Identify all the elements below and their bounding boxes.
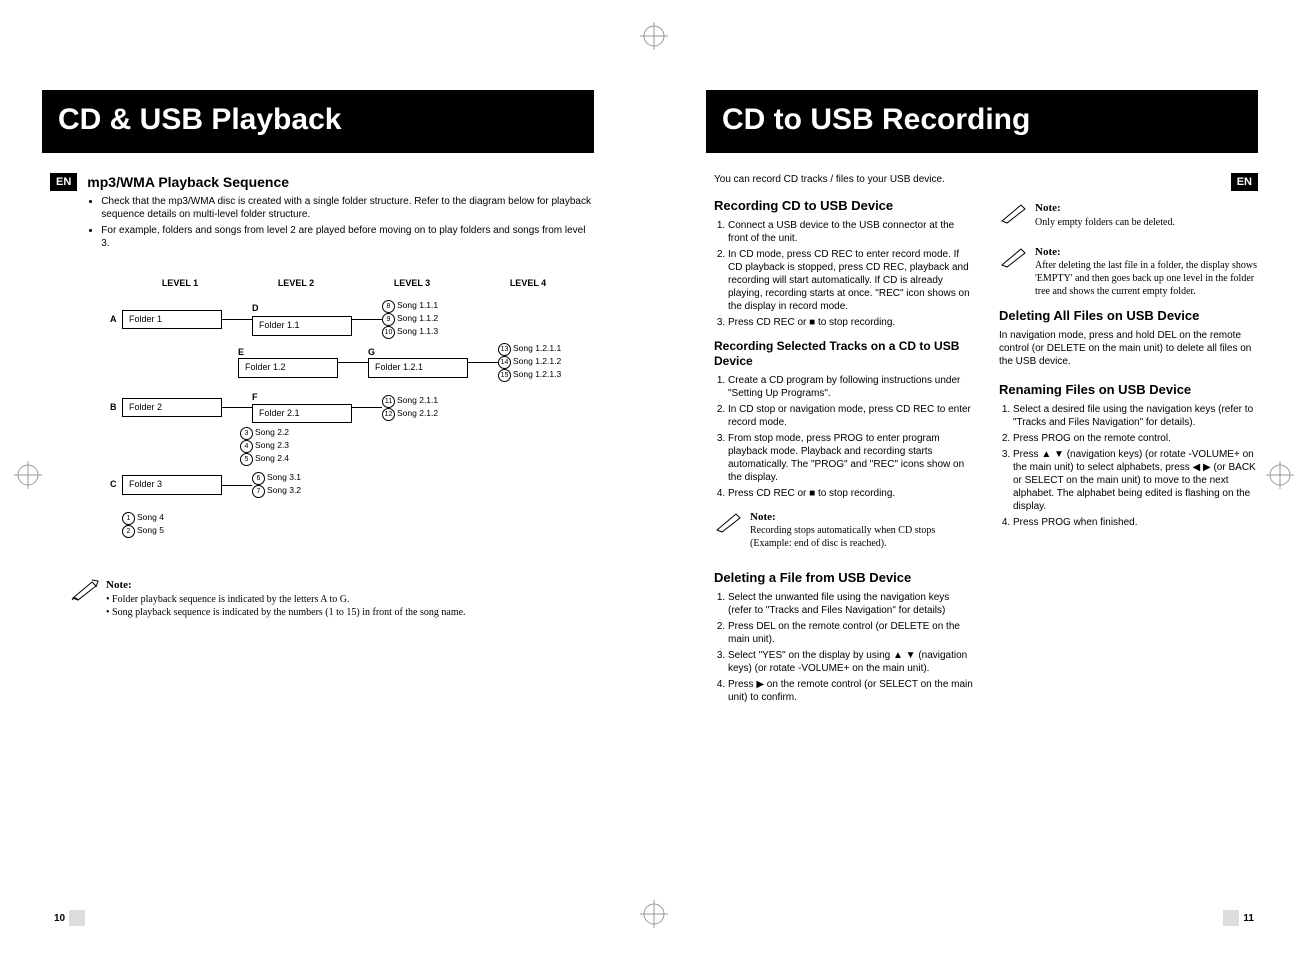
- right-title: CD to USB Recording: [706, 90, 1258, 153]
- note-icon: [999, 245, 1029, 269]
- step: From stop mode, press PROG to enter prog…: [728, 432, 973, 484]
- song-list: 3Song 2.2 4Song 2.3 5Song 2.4: [240, 427, 289, 466]
- right-page: CD to USB Recording You can record CD tr…: [654, 0, 1308, 954]
- note-icon: [70, 578, 100, 602]
- step: Press PROG when finished.: [1013, 516, 1258, 529]
- folder-letter: G: [368, 347, 380, 359]
- delete-file-steps: Select the unwanted file using the navig…: [728, 591, 973, 704]
- folder-letter: B: [110, 402, 122, 414]
- step: In CD mode, press CD REC to enter record…: [728, 248, 973, 313]
- lang-badge-left: EN: [50, 173, 77, 191]
- intro-text: You can record CD tracks / files to your…: [714, 173, 973, 186]
- step: Create a CD program by following instruc…: [728, 374, 973, 400]
- song-list: 8Song 1.1.1 9Song 1.1.2 10Song 1.1.3: [382, 300, 438, 339]
- step: Press CD REC or ■ to stop recording.: [728, 316, 973, 329]
- bullet: Check that the mp3/WMA disc is created w…: [101, 195, 594, 221]
- page-number-left: 10: [50, 910, 85, 926]
- step: Select a desired file using the navigati…: [1013, 403, 1258, 429]
- folder-box: Folder 2.1: [252, 404, 352, 424]
- right-col-1: You can record CD tracks / files to your…: [714, 173, 973, 714]
- song-list: 1Song 4 2Song 5: [122, 512, 164, 538]
- lang-badge-right: EN: [1231, 173, 1258, 191]
- folder-box: Folder 2: [122, 398, 222, 418]
- note-title: Note:: [750, 510, 973, 524]
- folder-box: Folder 1.2.1: [368, 358, 468, 378]
- right-col-2: EN Note: Only empty folders can be delet…: [999, 173, 1258, 714]
- note-block: Note: • Folder playback sequence is indi…: [70, 578, 594, 618]
- note-title: Note:: [1035, 201, 1175, 215]
- song-list: 6Song 3.1 7Song 3.2: [252, 472, 301, 498]
- song-list: 11Song 2.1.1 12Song 2.1.2: [382, 395, 438, 421]
- folder-letter: D: [252, 303, 264, 315]
- level-header: LEVEL 3: [354, 278, 470, 290]
- note-icon: [714, 510, 744, 534]
- folder-box: Folder 1.2: [238, 358, 338, 378]
- note-title: Note:: [106, 578, 466, 592]
- rec-cd-heading: Recording CD to USB Device: [714, 198, 973, 215]
- folder-letter: C: [110, 479, 122, 491]
- step: Press ▶ on the remote control (or SELECT…: [728, 678, 973, 704]
- note-block: Note: Only empty folders can be deleted.: [999, 201, 1258, 228]
- rec-cd-steps: Connect a USB device to the USB connecto…: [728, 219, 973, 329]
- delete-all-heading: Deleting All Files on USB Device: [999, 308, 1258, 325]
- level-header: LEVEL 1: [122, 278, 238, 290]
- folder-tree-diagram: LEVEL 1 LEVEL 2 LEVEL 3 LEVEL 4 A Folder…: [110, 278, 594, 538]
- note-line: • Folder playback sequence is indicated …: [106, 593, 466, 606]
- step: Select the unwanted file using the navig…: [728, 591, 973, 617]
- note-block: Note: After deleting the last file in a …: [999, 245, 1258, 298]
- rename-steps: Select a desired file using the navigati…: [1013, 403, 1258, 529]
- folder-box: Folder 1.1: [252, 316, 352, 336]
- song-list: 13Song 1.2.1.1 14Song 1.2.1.2 15Song 1.2…: [498, 343, 561, 382]
- level-header: LEVEL 2: [238, 278, 354, 290]
- step: Press CD REC or ■ to stop recording.: [728, 487, 973, 500]
- note-icon: [999, 201, 1029, 225]
- rename-heading: Renaming Files on USB Device: [999, 382, 1258, 399]
- step: Press PROG on the remote control.: [1013, 432, 1258, 445]
- note-body: Only empty folders can be deleted.: [1035, 216, 1175, 229]
- bullet: For example, folders and songs from leve…: [101, 224, 594, 250]
- delete-file-heading: Deleting a File from USB Device: [714, 570, 973, 587]
- rec-selected-heading: Recording Selected Tracks on a CD to USB…: [714, 339, 973, 370]
- step: Select "YES" on the display by using ▲ ▼…: [728, 649, 973, 675]
- note-body: Recording stops automatically when CD st…: [750, 524, 973, 550]
- note-title: Note:: [1035, 245, 1258, 259]
- page-number-right: 11: [1223, 910, 1258, 926]
- mp3-heading: mp3/WMA Playback Sequence: [87, 173, 594, 191]
- note-line: • Song playback sequence is indicated by…: [106, 606, 466, 619]
- step: In CD stop or navigation mode, press CD …: [728, 403, 973, 429]
- rec-selected-steps: Create a CD program by following instruc…: [728, 374, 973, 500]
- folder-box: Folder 1: [122, 310, 222, 330]
- left-page: CD & USB Playback EN mp3/WMA Playback Se…: [0, 0, 654, 954]
- step: Press DEL on the remote control (or DELE…: [728, 620, 973, 646]
- folder-box: Folder 3: [122, 475, 222, 495]
- delete-all-text: In navigation mode, press and hold DEL o…: [999, 329, 1258, 368]
- note-body: After deleting the last file in a folder…: [1035, 259, 1258, 298]
- level-header: LEVEL 4: [470, 278, 586, 290]
- folder-letter: E: [238, 347, 250, 359]
- note-block: Note: Recording stops automatically when…: [714, 510, 973, 550]
- folder-letter: A: [110, 314, 122, 326]
- step: Press ▲ ▼ (navigation keys) (or rotate -…: [1013, 448, 1258, 513]
- folder-letter: F: [252, 392, 264, 404]
- mp3-bullets: Check that the mp3/WMA disc is created w…: [101, 195, 594, 250]
- step: Connect a USB device to the USB connecto…: [728, 219, 973, 245]
- left-title: CD & USB Playback: [42, 90, 594, 153]
